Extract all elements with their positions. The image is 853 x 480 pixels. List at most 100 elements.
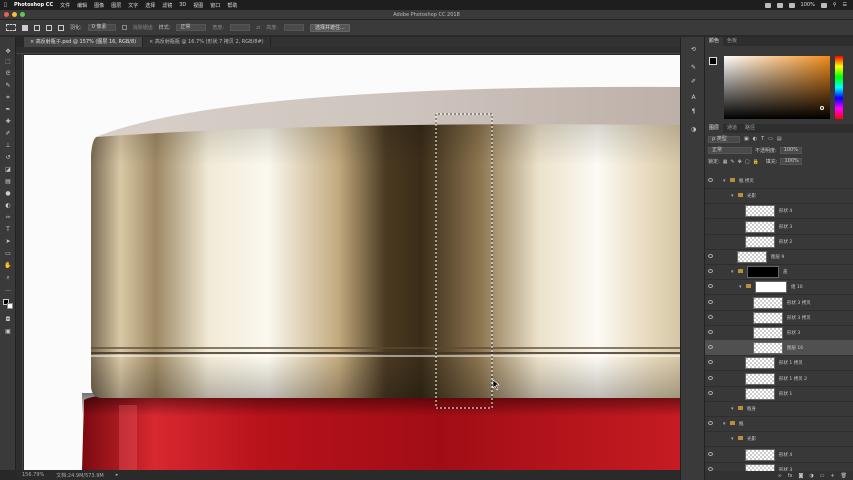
fg-bg-swatches[interactable]: [709, 57, 721, 71]
lock-all-icon[interactable]: 🔒: [753, 159, 759, 165]
layer-thumbnail[interactable]: [753, 327, 783, 339]
layer-group-row[interactable]: ▾ 瓶: [705, 416, 853, 433]
visibility-eye-icon[interactable]: [708, 284, 713, 289]
layer-thumbnail[interactable]: [745, 387, 775, 400]
link-layers-icon[interactable]: ∞: [778, 473, 782, 479]
gradient-tool-icon[interactable]: ▤: [4, 179, 12, 185]
tab-document-2[interactable]: × 高反射瓶瓶 @ 16.7% (形状 7 拷贝 2, RGB/8#): [143, 37, 271, 47]
layer-row[interactable]: 形状 1 拷贝: [705, 355, 853, 372]
visibility-eye-icon[interactable]: [708, 314, 713, 319]
menu-edit[interactable]: 编辑: [77, 2, 87, 9]
character-icon[interactable]: A: [690, 95, 697, 101]
more-tools-icon[interactable]: …: [4, 287, 12, 293]
shape-tool-icon[interactable]: ▭: [4, 251, 12, 257]
add-mask-icon[interactable]: ◙: [798, 473, 803, 479]
lock-pixels-icon[interactable]: ▦: [723, 159, 728, 165]
paragraph-icon[interactable]: ¶: [690, 109, 697, 115]
layer-row[interactable]: 形状 3 拷贝: [705, 310, 853, 326]
document-size[interactable]: 文档:24.9M/573.9M: [56, 472, 103, 479]
menu-window[interactable]: 窗口: [210, 2, 220, 9]
tab-document-1[interactable]: × 高反射瓶子.psd @ 157% (图层 16, RGB/8): [24, 37, 144, 47]
hue-slider[interactable]: [835, 56, 843, 119]
layer-thumbnail[interactable]: [745, 205, 775, 218]
layer-group-row[interactable]: ▾ 瓶身: [705, 401, 853, 417]
new-layer-icon[interactable]: +: [830, 473, 834, 479]
add-selection-icon[interactable]: [34, 24, 40, 31]
visibility-eye-icon[interactable]: [708, 375, 713, 380]
expand-arrow-icon[interactable]: ▾: [731, 436, 734, 442]
visibility-eye-icon[interactable]: [708, 345, 713, 350]
menu-help[interactable]: 帮助: [227, 2, 237, 9]
filter-smart-icon[interactable]: ▤: [777, 136, 782, 142]
menu-app-name[interactable]: Photoshop CC: [14, 2, 53, 8]
path-select-tool-icon[interactable]: ➤: [4, 239, 12, 245]
brush-tool-icon[interactable]: ✐: [4, 131, 12, 137]
document-canvas[interactable]: [24, 55, 680, 470]
layer-thumbnail[interactable]: [753, 342, 783, 355]
screen-mode-icon[interactable]: ▣: [4, 329, 12, 335]
menu-type[interactable]: 文字: [128, 2, 138, 9]
width-input[interactable]: [230, 24, 251, 31]
layer-row[interactable]: 图层 9: [705, 249, 853, 265]
filter-shape-icon[interactable]: ▭: [768, 136, 773, 142]
marquee-tool-icon[interactable]: ⬚: [4, 59, 12, 65]
layer-style-icon[interactable]: fx: [788, 473, 793, 479]
dodge-tool-icon[interactable]: ◐: [4, 203, 12, 209]
vertical-ruler[interactable]: [16, 54, 23, 470]
delete-layer-icon[interactable]: 🗑: [841, 473, 847, 479]
pen-tool-icon[interactable]: ✑: [4, 215, 12, 221]
adjustments-icon[interactable]: ◑: [690, 127, 697, 133]
layer-row[interactable]: 形状 4: [705, 447, 853, 463]
brush-settings-icon[interactable]: ✎: [690, 65, 697, 71]
type-tool-icon[interactable]: T: [4, 227, 12, 233]
tab-paths[interactable]: 路径: [741, 124, 759, 133]
healing-tool-icon[interactable]: ✚: [4, 119, 12, 125]
tab-layers[interactable]: 图层: [705, 124, 724, 133]
layer-row[interactable]: 形状 1: [705, 386, 853, 402]
crop-tool-icon[interactable]: ⌗: [4, 95, 12, 101]
eyedropper-tool-icon[interactable]: ✒: [4, 107, 12, 113]
status-icon[interactable]: [776, 2, 783, 8]
battery-icon[interactable]: [820, 2, 827, 8]
menu-file[interactable]: 文件: [60, 2, 70, 9]
zoom-level[interactable]: 156.79%: [22, 472, 44, 478]
horizontal-ruler[interactable]: [16, 47, 680, 54]
expand-arrow-icon[interactable]: ▾: [723, 421, 726, 427]
style-select[interactable]: 正常: [176, 24, 207, 31]
visibility-eye-icon[interactable]: [708, 390, 713, 395]
layer-row[interactable]: 形状 3: [705, 325, 853, 341]
blur-tool-icon[interactable]: ●: [4, 191, 12, 197]
status-arrow-icon[interactable]: ▸: [116, 472, 119, 478]
tab-color[interactable]: 颜色: [705, 37, 724, 46]
color-picker-field[interactable]: [724, 56, 830, 119]
subtract-selection-icon[interactable]: [46, 24, 52, 31]
lock-paint-icon[interactable]: ✎: [730, 159, 734, 165]
marquee-tool-icon[interactable]: [6, 24, 16, 31]
hand-tool-icon[interactable]: ✋: [4, 263, 12, 269]
height-input[interactable]: [283, 24, 304, 31]
tab-swatches[interactable]: 色板: [723, 37, 741, 46]
layer-filter-select[interactable]: ρ 类型: [708, 135, 740, 143]
layer-thumbnail[interactable]: [745, 357, 775, 370]
stamp-tool-icon[interactable]: ⊥: [4, 143, 12, 149]
tab-channels[interactable]: 通道: [723, 124, 741, 133]
layer-row[interactable]: 形状 2: [705, 234, 853, 250]
menu-3d[interactable]: 3D: [179, 2, 186, 8]
minimize-window-icon[interactable]: [12, 12, 17, 17]
wifi-icon[interactable]: [788, 2, 795, 8]
visibility-eye-icon[interactable]: [708, 269, 713, 274]
status-icon[interactable]: [764, 2, 771, 8]
filter-type-icon[interactable]: T: [761, 136, 764, 142]
eraser-tool-icon[interactable]: ◪: [4, 167, 12, 173]
layer-group-row[interactable]: ▾ 光影: [705, 188, 853, 205]
expand-arrow-icon[interactable]: ▾: [723, 178, 726, 184]
fill-input[interactable]: 100%: [780, 158, 803, 165]
visibility-eye-icon[interactable]: [708, 330, 713, 334]
close-tab-icon[interactable]: ×: [30, 39, 34, 45]
menu-layer[interactable]: 图层: [111, 2, 121, 9]
layer-group-row[interactable]: ▾ 瓶 拷贝: [705, 173, 853, 189]
layer-row[interactable]: 形状 3 拷贝: [705, 295, 853, 311]
opacity-input[interactable]: 100%: [779, 147, 802, 154]
quick-mask-icon[interactable]: ◘: [4, 317, 12, 323]
expand-arrow-icon[interactable]: ▾: [731, 269, 734, 275]
